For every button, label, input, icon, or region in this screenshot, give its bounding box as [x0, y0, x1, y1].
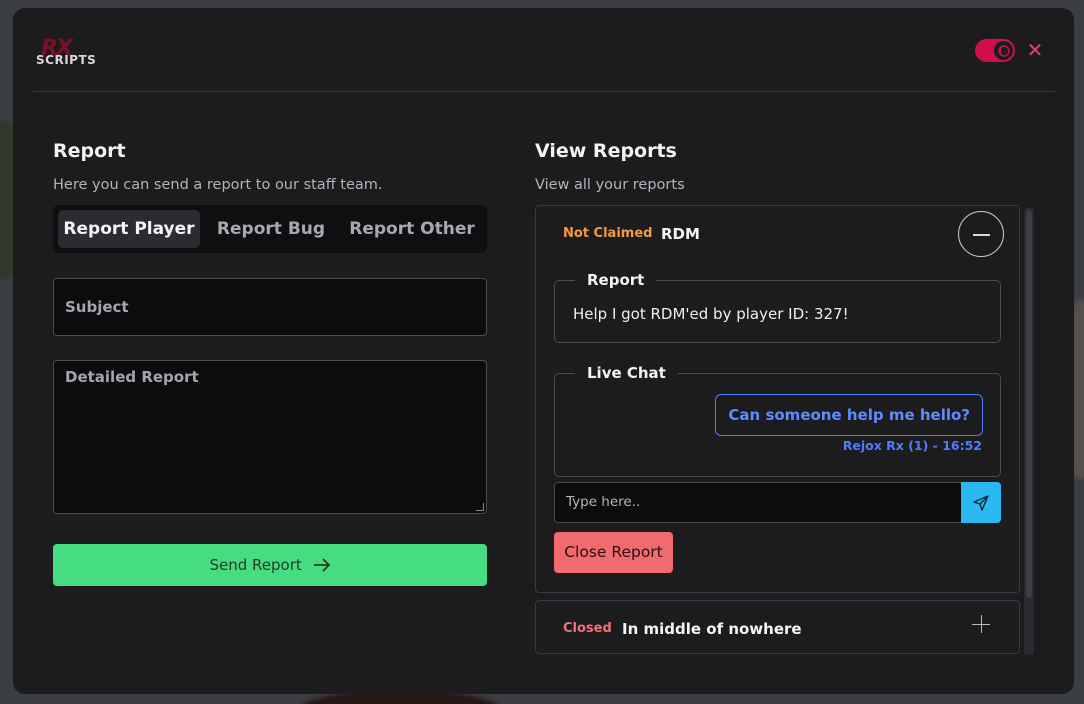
detailed-report-placeholder: Detailed Report: [65, 368, 199, 386]
report-type-tabs: Report Player Report Bug Report Other: [53, 205, 487, 253]
live-chat-fieldset: Live Chat Can someone help me hello? Rej…: [554, 364, 1001, 477]
tab-report-player[interactable]: Report Player: [58, 210, 200, 248]
report-fieldset: Report Help I got RDM'ed by player ID: 3…: [554, 271, 1001, 343]
view-reports-subtitle: View all your reports: [535, 177, 685, 193]
arrow-right-icon: [313, 558, 330, 572]
report-legend: Report: [575, 271, 657, 289]
send-report-label: Send Report: [209, 556, 302, 574]
send-report-button[interactable]: Send Report: [53, 544, 487, 586]
tab-report-other[interactable]: Report Other: [342, 210, 482, 248]
expand-icon[interactable]: [972, 615, 990, 633]
report-title: RDM: [661, 225, 700, 243]
report-text: Help I got RDM'ed by player ID: 327!: [573, 305, 849, 323]
send-message-button[interactable]: [961, 482, 1001, 523]
paper-plane-icon: [973, 494, 989, 511]
rx-scripts-logo: RX SCRIPTS: [35, 36, 97, 70]
chat-message[interactable]: Can someone help me hello?: [715, 394, 983, 436]
report-title: In middle of nowhere: [622, 620, 802, 638]
scrollbar-thumb[interactable]: [1026, 210, 1032, 598]
report-card[interactable]: Closed In middle of nowhere: [535, 600, 1020, 654]
live-chat-legend: Live Chat: [575, 364, 678, 382]
reports-scrollbar[interactable]: [1024, 208, 1034, 655]
status-badge: Closed: [563, 621, 612, 636]
chat-input[interactable]: Type here..: [554, 482, 961, 523]
tab-report-bug[interactable]: Report Bug: [203, 210, 339, 248]
report-subtitle: Here you can send a report to our staff …: [53, 177, 383, 193]
header-divider: [33, 91, 1055, 92]
close-icon[interactable]: ✕: [1026, 40, 1044, 60]
report-heading: Report: [53, 140, 126, 162]
chat-message-meta: Rejox Rx (1) - 16:52: [842, 438, 982, 453]
logo-text: SCRIPTS: [36, 53, 97, 67]
detailed-report-textarea[interactable]: Detailed Report: [53, 360, 487, 514]
theme-toggle[interactable]: [975, 39, 1015, 62]
report-card: Not Claimed RDM Report Help I got RDM'ed…: [535, 205, 1020, 593]
reports-list: Not Claimed RDM Report Help I got RDM'ed…: [535, 205, 1035, 655]
status-badge: Not Claimed: [563, 226, 653, 241]
view-reports-heading: View Reports: [535, 140, 677, 162]
close-report-button[interactable]: Close Report: [554, 532, 673, 573]
collapse-button[interactable]: [958, 211, 1004, 257]
resize-handle[interactable]: [476, 503, 484, 511]
moon-icon: [994, 41, 1013, 60]
report-panel: RX SCRIPTS ✕ Report Here you can send a …: [13, 8, 1074, 694]
subject-input[interactable]: Subject: [53, 278, 487, 336]
